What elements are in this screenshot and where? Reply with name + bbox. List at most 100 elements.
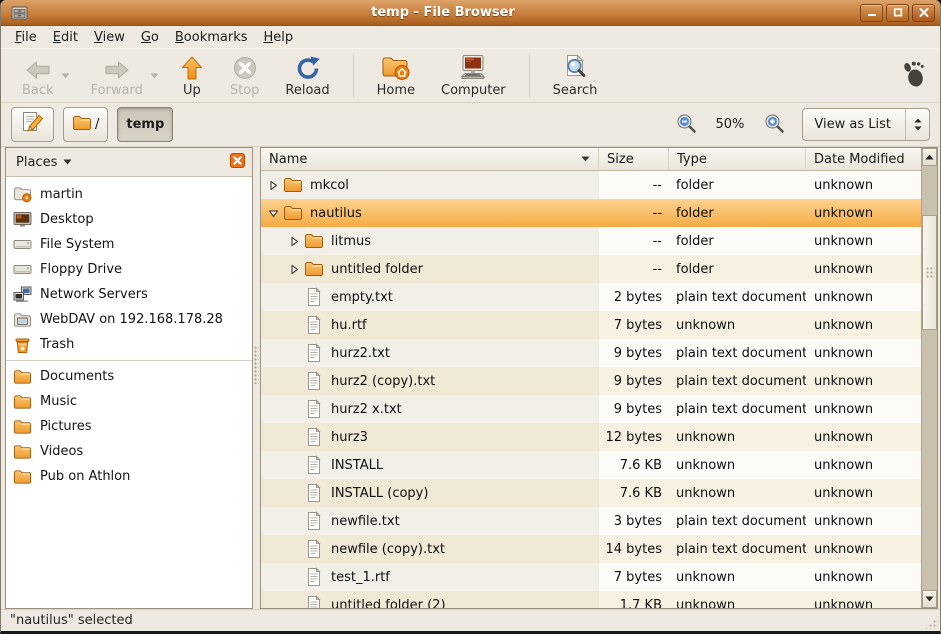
file-name: empty.txt xyxy=(331,290,393,305)
text-file-icon xyxy=(303,567,325,587)
status-bar: "nautilus" selected xyxy=(1,609,940,631)
folder-icon xyxy=(13,469,32,485)
column-header-date[interactable]: Date Modified xyxy=(806,148,921,171)
sidebar-item-videos[interactable]: Videos xyxy=(6,439,252,464)
vertical-scrollbar[interactable] xyxy=(921,148,937,608)
file-name: untitled folder (2) xyxy=(331,598,446,609)
file-row[interactable]: newfile.txt 3 bytes plain text document … xyxy=(261,507,921,535)
sidebar-item-trash[interactable]: Trash xyxy=(6,332,252,357)
window-cabinet-icon xyxy=(9,4,29,22)
file-size: 12 bytes xyxy=(599,423,669,451)
file-type: plain text document xyxy=(669,395,806,423)
forward-dropdown-button[interactable] xyxy=(148,52,161,100)
close-button[interactable] xyxy=(912,4,935,22)
path-button-temp[interactable]: temp xyxy=(117,107,173,142)
zoom-in-button[interactable] xyxy=(761,112,787,138)
column-header-size[interactable]: Size xyxy=(599,148,669,171)
menu-help[interactable]: Help xyxy=(256,28,302,47)
combo-spinner-icon[interactable] xyxy=(905,109,929,140)
pane-splitter[interactable] xyxy=(253,147,260,609)
sidebar-item-documents[interactable]: Documents xyxy=(6,364,252,389)
sidebar-item-floppy-drive[interactable]: Floppy Drive xyxy=(6,257,252,282)
sidebar-item-desktop[interactable]: Desktop xyxy=(6,207,252,232)
places-selector[interactable]: Places xyxy=(16,155,57,170)
computer-button[interactable]: Computer xyxy=(428,52,519,100)
menu-file[interactable]: File xyxy=(7,28,45,47)
file-row[interactable]: nautilus -- folder unknown xyxy=(261,199,921,227)
drive-icon xyxy=(13,237,32,252)
file-row[interactable]: hurz3 12 bytes unknown unknown xyxy=(261,423,921,451)
file-date-modified: unknown xyxy=(806,339,921,367)
file-row[interactable]: hu.rtf 7 bytes unknown unknown xyxy=(261,311,921,339)
gnome-foot-icon xyxy=(900,59,927,93)
close-icon[interactable] xyxy=(230,153,245,172)
toolbar: Back Forward Up Stop Reload Home Compute… xyxy=(1,48,940,103)
scroll-up-button[interactable] xyxy=(922,148,937,166)
column-header-type[interactable]: Type xyxy=(669,148,806,171)
menu-bookmarks[interactable]: Bookmarks xyxy=(167,28,256,47)
back-dropdown-button[interactable] xyxy=(59,52,72,100)
file-name: hurz2 x.txt xyxy=(331,402,402,417)
toolbar-button-label: Up xyxy=(183,83,201,98)
reload-button[interactable]: Reload xyxy=(272,52,342,100)
scroll-down-button[interactable] xyxy=(922,590,937,608)
maximize-button[interactable] xyxy=(886,4,909,22)
file-name: mkcol xyxy=(310,178,349,193)
file-name: test_1.rtf xyxy=(331,570,390,585)
file-row[interactable]: empty.txt 2 bytes plain text document un… xyxy=(261,283,921,311)
minimize-button[interactable] xyxy=(860,4,883,22)
file-row[interactable]: litmus -- folder unknown xyxy=(261,227,921,255)
file-name: hurz3 xyxy=(331,430,368,445)
sidebar-item-webdav-on-192-168-178-28[interactable]: WebDAV on 192.168.178.28 xyxy=(6,307,252,332)
file-browser-window: temp - File Browser FileEditViewGoBookma… xyxy=(0,0,941,634)
file-row[interactable]: INSTALL (copy) 7.6 KB unknown unknown xyxy=(261,479,921,507)
text-file-icon xyxy=(303,595,325,608)
sidebar-item-pictures[interactable]: Pictures xyxy=(6,414,252,439)
expander-collapsed-icon[interactable] xyxy=(286,236,303,247)
column-header-name[interactable]: Name xyxy=(261,148,599,171)
sidebar-item-network-servers[interactable]: Network Servers xyxy=(6,282,252,307)
root-path-button[interactable]: / xyxy=(63,107,108,142)
resize-grip[interactable] xyxy=(925,616,938,629)
sidebar-item-pub-on-athlon[interactable]: Pub on Athlon xyxy=(6,464,252,489)
menu-view[interactable]: View xyxy=(86,28,133,47)
sidebar-item-martin[interactable]: martin xyxy=(6,182,252,207)
expander-collapsed-icon[interactable] xyxy=(286,264,303,275)
scrollbar-thumb[interactable] xyxy=(922,215,937,330)
desktop-icon xyxy=(13,211,32,228)
folder-icon xyxy=(13,419,32,435)
file-row[interactable]: test_1.rtf 7 bytes unknown unknown xyxy=(261,563,921,591)
zoom-out-button[interactable] xyxy=(673,112,699,138)
file-name: litmus xyxy=(331,234,371,249)
edit-location-button[interactable] xyxy=(11,107,54,142)
file-row[interactable]: untitled folder -- folder unknown xyxy=(261,255,921,283)
file-row[interactable]: untitled folder (2) 1.7 KB unknown unkno… xyxy=(261,591,921,608)
view-as-select[interactable]: View as List xyxy=(802,108,930,141)
file-row[interactable]: mkcol -- folder unknown xyxy=(261,171,921,199)
menu-go[interactable]: Go xyxy=(133,28,167,47)
file-size: 3 bytes xyxy=(599,507,669,535)
search-icon xyxy=(562,54,589,81)
file-size: 7 bytes xyxy=(599,563,669,591)
file-size: 9 bytes xyxy=(599,395,669,423)
file-size: -- xyxy=(599,171,669,199)
file-row[interactable]: INSTALL 7.6 KB unknown unknown xyxy=(261,451,921,479)
file-row[interactable]: hurz2 (copy).txt 9 bytes plain text docu… xyxy=(261,367,921,395)
file-type: unknown xyxy=(669,451,806,479)
file-row[interactable]: newfile (copy).txt 14 bytes plain text d… xyxy=(261,535,921,563)
expander-collapsed-icon[interactable] xyxy=(265,180,282,191)
place-label: Desktop xyxy=(40,212,94,227)
file-size: 7.6 KB xyxy=(599,479,669,507)
titlebar[interactable]: temp - File Browser xyxy=(1,0,940,26)
search-button[interactable]: Search xyxy=(540,52,611,100)
menu-edit[interactable]: Edit xyxy=(45,28,86,47)
up-button[interactable]: Up xyxy=(167,52,217,100)
file-row[interactable]: hurz2 x.txt 9 bytes plain text document … xyxy=(261,395,921,423)
sidebar-item-music[interactable]: Music xyxy=(6,389,252,414)
expander-expanded-icon[interactable] xyxy=(265,208,282,219)
home-button[interactable]: Home xyxy=(364,52,428,100)
file-row[interactable]: hurz2.txt 9 bytes plain text document un… xyxy=(261,339,921,367)
trash-icon xyxy=(13,336,32,354)
text-file-icon xyxy=(303,343,325,363)
sidebar-item-file-system[interactable]: File System xyxy=(6,232,252,257)
